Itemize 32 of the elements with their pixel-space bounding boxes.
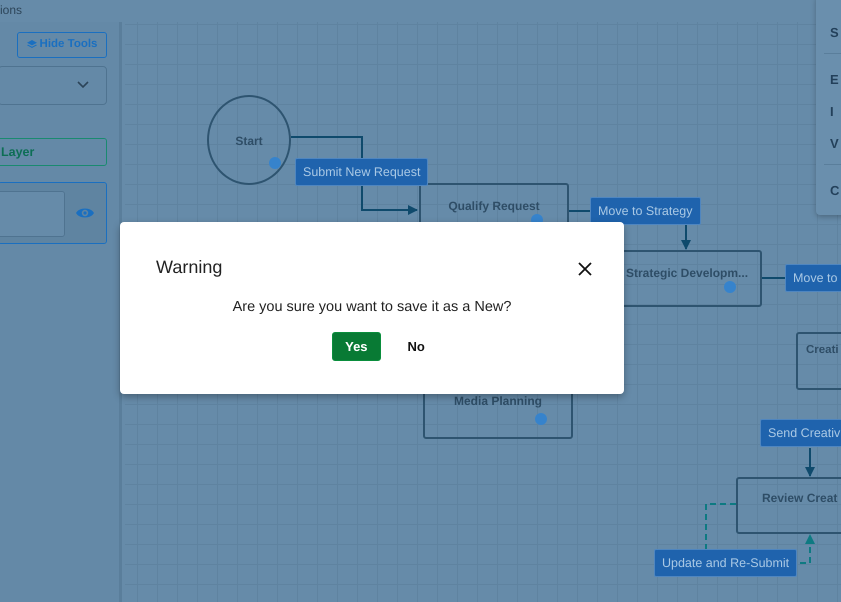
port-dot[interactable] <box>269 157 281 169</box>
connector-arrow <box>800 534 815 564</box>
transition-label[interactable]: Move to <box>785 264 841 292</box>
connector-line <box>762 277 785 279</box>
layer-button[interactable]: Layer <box>0 138 107 166</box>
transition-label[interactable]: Send Creativ <box>760 419 841 447</box>
menu-item[interactable]: C <box>816 175 841 207</box>
process-node[interactable]: Creati <box>796 332 841 390</box>
select-field[interactable] <box>0 66 107 105</box>
chevron-down-icon <box>77 81 89 89</box>
eye-icon[interactable] <box>76 207 94 219</box>
menu-item[interactable]: E <box>816 64 841 96</box>
header-text: ions <box>0 2 24 19</box>
transition-label[interactable]: Submit New Request <box>295 158 428 186</box>
port-dot[interactable] <box>535 413 547 425</box>
yes-button[interactable]: Yes <box>332 332 381 361</box>
menu-item[interactable]: V <box>816 128 841 160</box>
connector-line <box>705 503 736 549</box>
dialog-title: Warning <box>156 256 222 279</box>
connector-arrow <box>681 225 691 250</box>
menu-item[interactable]: S <box>816 17 841 49</box>
connector-line <box>569 210 590 212</box>
transition-label[interactable]: Update and Re-Submit <box>654 549 798 577</box>
port-dot[interactable] <box>724 281 736 293</box>
process-node[interactable]: Review Creat <box>736 477 841 534</box>
no-button[interactable]: No <box>394 332 438 361</box>
input-field[interactable] <box>0 191 65 237</box>
dialog-message: Are you sure you want to save it as a New? <box>232 298 512 317</box>
layers-icon <box>26 40 37 50</box>
transition-label[interactable]: Move to Strategy <box>590 197 700 225</box>
connector-arrow <box>805 448 815 477</box>
menu-item[interactable]: I <box>816 96 841 128</box>
